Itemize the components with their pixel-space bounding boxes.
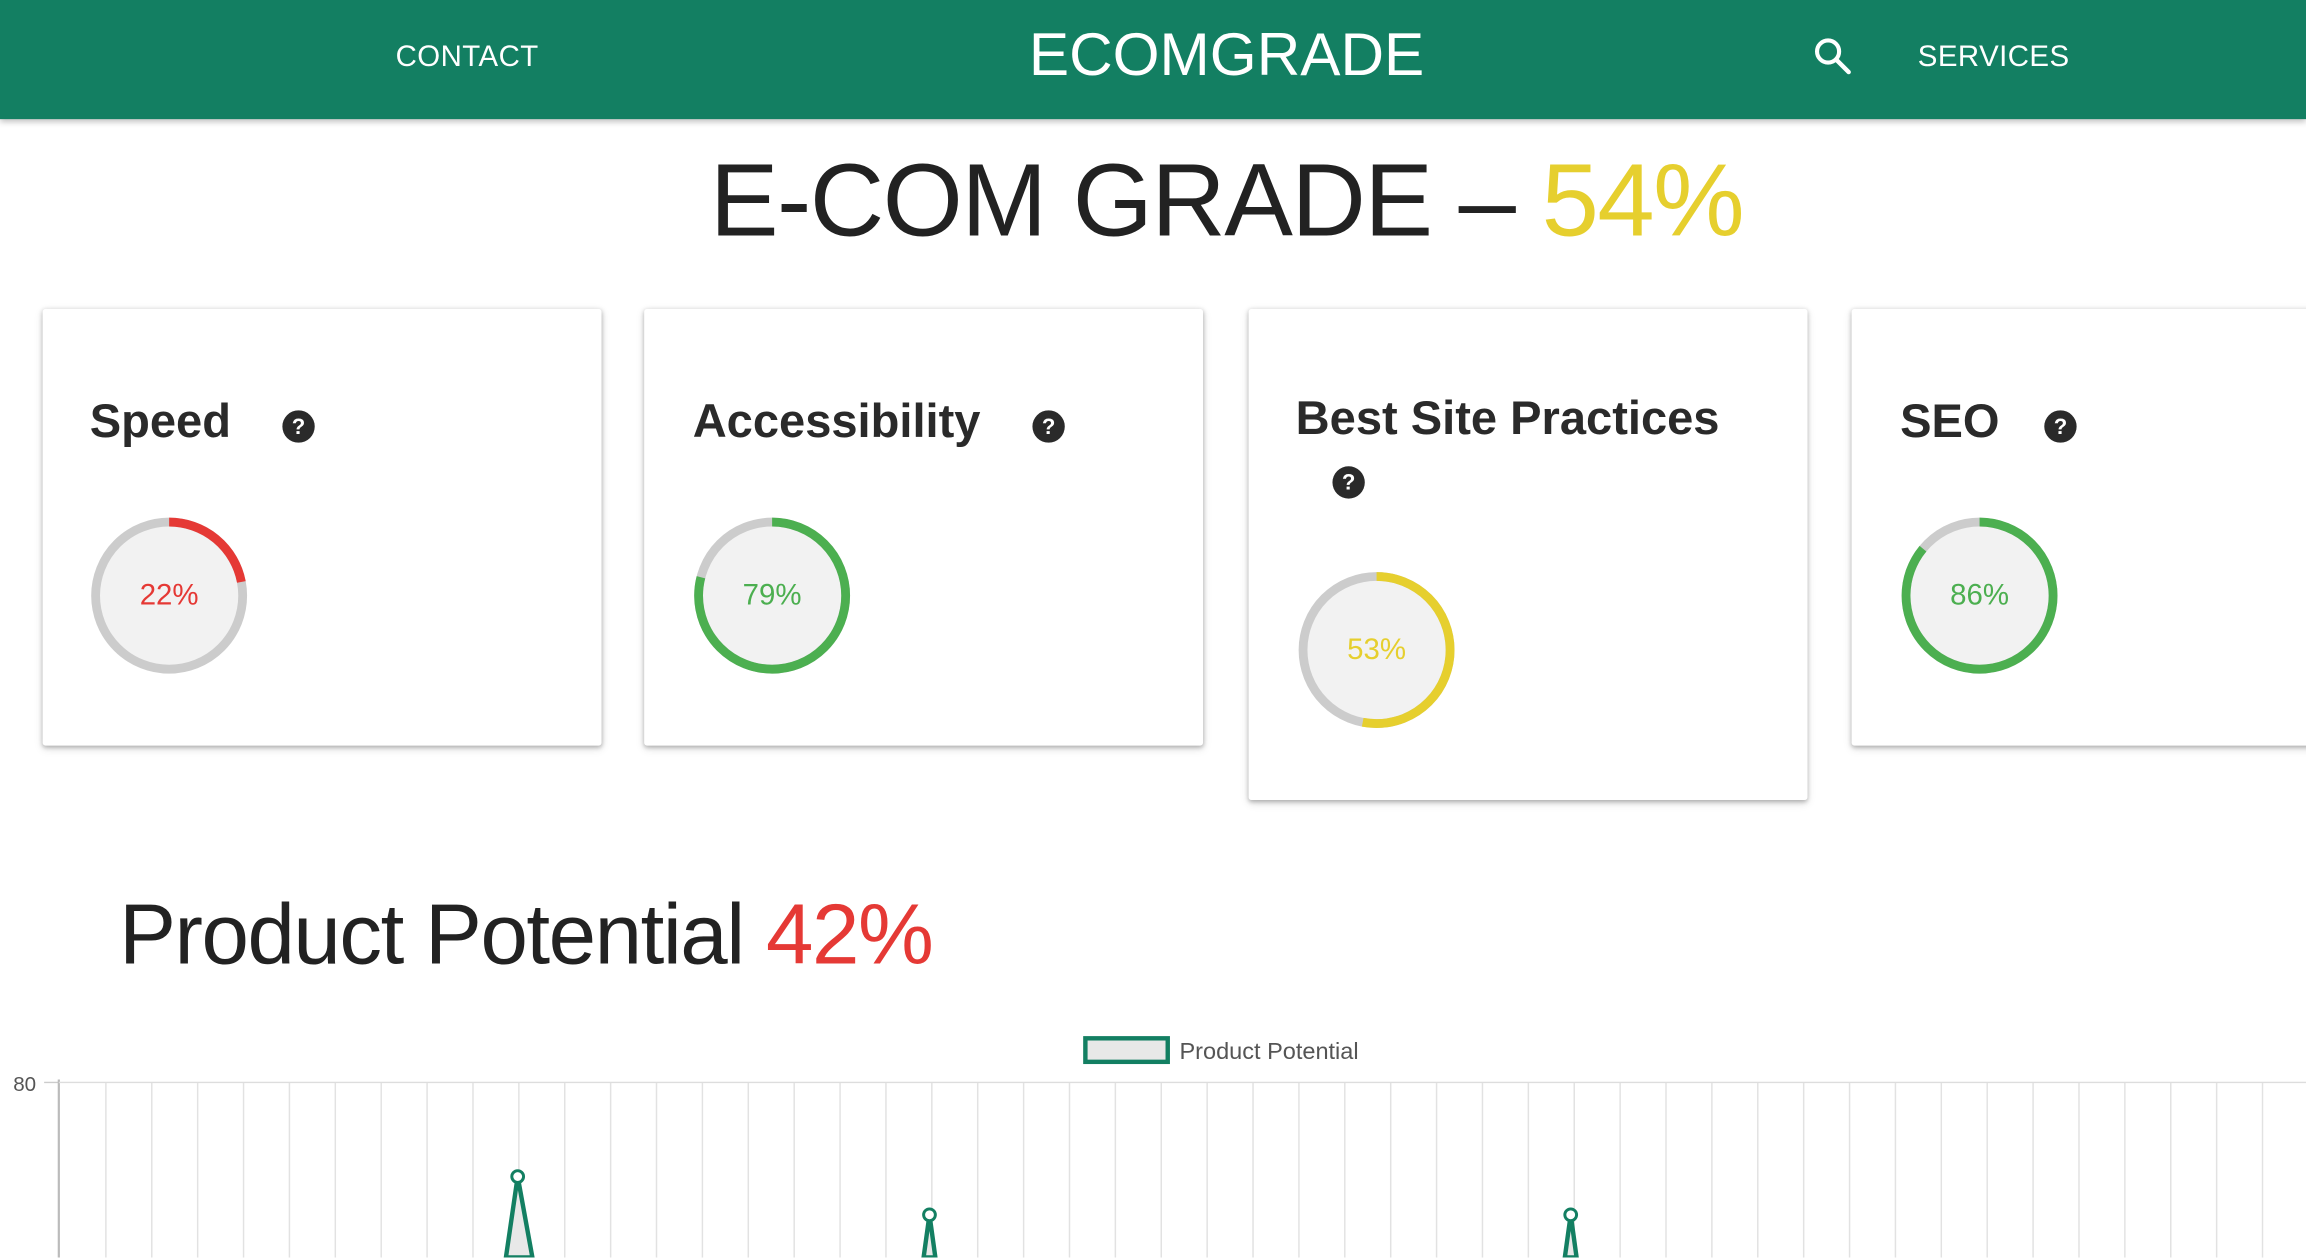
- accessibility-card: Accessibility ? 79%: [644, 308, 1204, 746]
- product-potential-series: [503, 1169, 1579, 1258]
- accessibility-score-value: 79%: [742, 579, 802, 612]
- legend-label[interactable]: Product Potential: [1180, 1038, 1359, 1064]
- page: CONTACT ECOMGRADE SERVICES E-COM GRADE –…: [0, 0, 2306, 1258]
- ecom-grade-heading: E-COM GRADE – 54%: [0, 141, 2306, 259]
- data-point[interactable]: [1563, 1207, 1579, 1223]
- services-link[interactable]: SERVICES: [1918, 41, 2070, 75]
- top-navigation-bar: CONTACT ECOMGRADE SERVICES: [0, 0, 2306, 120]
- chart-gridlines: [105, 1082, 2264, 1258]
- help-icon[interactable]: ?: [281, 409, 316, 444]
- series-line-segment: [503, 1176, 535, 1258]
- help-icon[interactable]: ?: [1031, 409, 1066, 444]
- speed-card: Speed ? 22%: [42, 308, 602, 746]
- best-site-practices-score-value: 53%: [1347, 633, 1407, 667]
- svg-text:?: ?: [1342, 470, 1355, 495]
- seo-score-gauge: 86%: [1897, 513, 2062, 678]
- accessibility-score-gauge: 79%: [690, 513, 855, 678]
- data-point[interactable]: [922, 1207, 937, 1223]
- best-site-practices-score-gauge: 53%: [1294, 568, 1459, 733]
- svg-text:?: ?: [2054, 414, 2067, 439]
- product-potential-heading: Product Potential 42%: [119, 885, 934, 984]
- legend-swatch: [1083, 1036, 1170, 1065]
- product-potential-chart: Product Potential 80: [13, 1036, 2306, 1258]
- speed-card-title: Speed: [89, 394, 231, 448]
- ecom-grade-value: 54%: [1541, 142, 1745, 258]
- speed-score-value: 22%: [139, 579, 199, 612]
- seo-card-title: SEO: [1900, 394, 2000, 448]
- product-potential-value: 42%: [766, 886, 934, 983]
- ecom-grade-label: E-COM GRADE –: [709, 142, 1516, 258]
- svg-text:?: ?: [292, 414, 305, 439]
- svg-text:?: ?: [1042, 414, 1055, 439]
- speed-score-gauge: 22%: [87, 513, 252, 678]
- accessibility-card-title: Accessibility: [692, 394, 981, 448]
- seo-score-value: 86%: [1950, 579, 2009, 612]
- help-icon[interactable]: ?: [1331, 465, 1366, 500]
- y-tick-label: 80: [13, 1073, 36, 1096]
- best-site-practices-card: Best Site Practices ? 53%: [1248, 308, 1808, 801]
- best-site-practices-card-title: Best Site Practices: [1295, 391, 1720, 445]
- data-point[interactable]: [510, 1169, 526, 1184]
- help-icon[interactable]: ?: [2043, 409, 2078, 444]
- product-potential-label: Product Potential: [119, 886, 745, 983]
- seo-card: SEO ? 86%: [1851, 308, 2306, 746]
- search-icon[interactable]: [1812, 35, 1853, 76]
